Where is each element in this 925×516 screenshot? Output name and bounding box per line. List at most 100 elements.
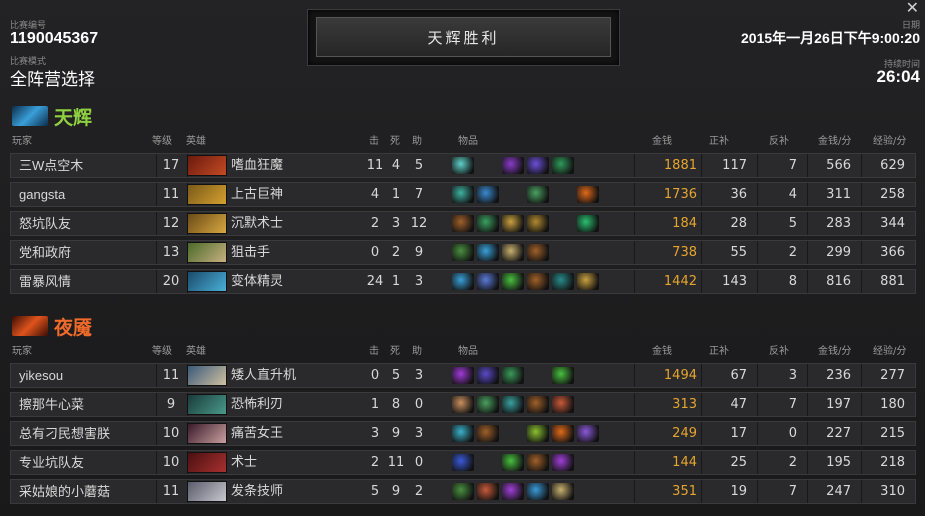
item-icon[interactable] — [552, 273, 574, 290]
cell-deaths: 3 — [391, 216, 401, 231]
cell-xpm: 277 — [880, 368, 905, 383]
dire-header-level: 等级 — [152, 346, 172, 357]
item-icon[interactable] — [527, 186, 549, 203]
item-icon[interactable] — [452, 454, 474, 471]
item-icon[interactable] — [577, 186, 599, 203]
item-icon[interactable] — [477, 483, 499, 500]
item-icon[interactable] — [452, 367, 474, 384]
cell-assists: 9 — [414, 245, 424, 260]
item-icon[interactable] — [452, 483, 474, 500]
item-icon[interactable] — [527, 157, 549, 174]
cell-assists: 12 — [410, 216, 428, 231]
match-date: 2015年一月26日下午9:00:20 — [741, 30, 920, 46]
item-icon[interactable] — [502, 244, 524, 261]
item-icon[interactable] — [577, 215, 599, 232]
dire-team-icon — [12, 316, 48, 336]
item-icon[interactable] — [452, 273, 474, 290]
item-icon[interactable] — [452, 157, 474, 174]
cell-deaths: 5 — [391, 368, 401, 383]
cell-last-hits: 117 — [722, 158, 747, 173]
item-icon[interactable] — [502, 483, 524, 500]
close-icon[interactable]: ✕ — [906, 0, 919, 17]
item-icon[interactable] — [477, 367, 499, 384]
cell-player: 擦那牛心菜 — [19, 397, 85, 412]
item-icon[interactable] — [452, 186, 474, 203]
radiant-header-player: 玩家 — [12, 136, 32, 147]
cell-deaths: 11 — [387, 455, 405, 470]
dire-header-deaths: 死 — [390, 346, 400, 357]
column-divider — [634, 393, 635, 416]
cell-level: 11 — [162, 187, 180, 202]
player-row[interactable]: 怒坑队友 12 沉默术士 2 3 12 184 28 5 283 344 — [10, 211, 916, 236]
match-result: 天辉胜利 — [316, 17, 611, 57]
player-row[interactable]: 总有刁民想害朕 10 痛苦女王 3 9 3 249 17 0 227 215 — [10, 421, 916, 446]
game-mode: 全阵营选择 — [10, 70, 95, 90]
radiant-header-denies: 反补 — [769, 136, 789, 147]
cell-xpm: 310 — [880, 484, 905, 499]
cell-last-hits: 25 — [730, 455, 747, 470]
item-icon[interactable] — [552, 454, 574, 471]
item-icon[interactable] — [502, 273, 524, 290]
player-row[interactable]: 党和政府 13 狙击手 0 2 9 738 55 2 299 366 — [10, 240, 916, 265]
radiant-header-deaths: 死 — [390, 136, 400, 147]
item-icon[interactable] — [552, 483, 574, 500]
dire-header-xpm: 经验/分 — [873, 346, 907, 357]
player-row[interactable]: yikesou 11 矮人直升机 0 5 3 1494 67 3 236 277 — [10, 363, 916, 388]
item-icon[interactable] — [527, 244, 549, 261]
dire-header-player: 玩家 — [12, 346, 32, 357]
radiant-header-kills: 击 — [369, 136, 379, 147]
item-icon[interactable] — [477, 396, 499, 413]
item-icon[interactable] — [527, 215, 549, 232]
item-icon[interactable] — [552, 396, 574, 413]
cell-gold: 184 — [672, 216, 697, 231]
radiant-header-xpm: 经验/分 — [873, 136, 907, 147]
item-icon[interactable] — [577, 273, 599, 290]
item-icon[interactable] — [477, 215, 499, 232]
item-icon[interactable] — [477, 244, 499, 261]
cell-xpm: 180 — [880, 397, 905, 412]
item-icon[interactable] — [527, 396, 549, 413]
player-row[interactable]: 专业坑队友 10 术士 2 11 0 144 25 2 195 218 — [10, 450, 916, 475]
item-icon[interactable] — [477, 425, 499, 442]
item-icon[interactable] — [502, 454, 524, 471]
item-icon[interactable] — [502, 396, 524, 413]
item-icon[interactable] — [527, 454, 549, 471]
item-icon[interactable] — [527, 483, 549, 500]
item-icon[interactable] — [502, 215, 524, 232]
cell-denies: 3 — [788, 368, 797, 383]
item-icon[interactable] — [452, 244, 474, 261]
item-icon[interactable] — [502, 367, 524, 384]
cell-assists: 3 — [414, 368, 424, 383]
item-icon[interactable] — [477, 186, 499, 203]
cell-last-hits: 19 — [730, 484, 747, 499]
cell-deaths: 1 — [391, 187, 401, 202]
cell-xpm: 344 — [880, 216, 905, 231]
cell-xpm: 215 — [880, 426, 905, 441]
item-icon[interactable] — [527, 273, 549, 290]
item-icon[interactable] — [452, 215, 474, 232]
cell-player: 采姑娘的小蘑菇 — [19, 484, 111, 499]
item-icon[interactable] — [552, 425, 574, 442]
item-icon[interactable] — [552, 157, 574, 174]
player-row[interactable]: 三W点空木 17 嗜血狂魔 11 4 5 1881 117 7 566 629 — [10, 153, 916, 178]
match-duration: 26:04 — [876, 67, 920, 86]
cell-deaths: 1 — [391, 274, 401, 289]
player-row[interactable]: gangsta 11 上古巨神 4 1 7 1736 36 4 311 258 — [10, 182, 916, 207]
item-icon[interactable] — [552, 367, 574, 384]
player-row[interactable]: 擦那牛心菜 9 恐怖利刃 1 8 0 313 47 7 197 180 — [10, 392, 916, 417]
column-divider — [634, 241, 635, 264]
player-row[interactable]: 采姑娘的小蘑菇 11 发条技师 5 9 2 351 19 7 247 310 — [10, 479, 916, 504]
player-row[interactable]: 雷暴风情 20 变体精灵 24 1 3 1442 143 8 816 881 — [10, 269, 916, 294]
item-icon[interactable] — [577, 425, 599, 442]
item-icon[interactable] — [502, 157, 524, 174]
item-icon[interactable] — [477, 273, 499, 290]
cell-player: gangsta — [19, 187, 66, 202]
cell-denies: 5 — [788, 216, 797, 231]
cell-assists: 3 — [414, 274, 424, 289]
item-icon[interactable] — [527, 425, 549, 442]
cell-hero: 狙击手 — [231, 245, 271, 260]
item-icon[interactable] — [452, 396, 474, 413]
item-icon[interactable] — [452, 425, 474, 442]
hero-portrait — [187, 242, 227, 263]
cell-denies: 8 — [788, 274, 797, 289]
